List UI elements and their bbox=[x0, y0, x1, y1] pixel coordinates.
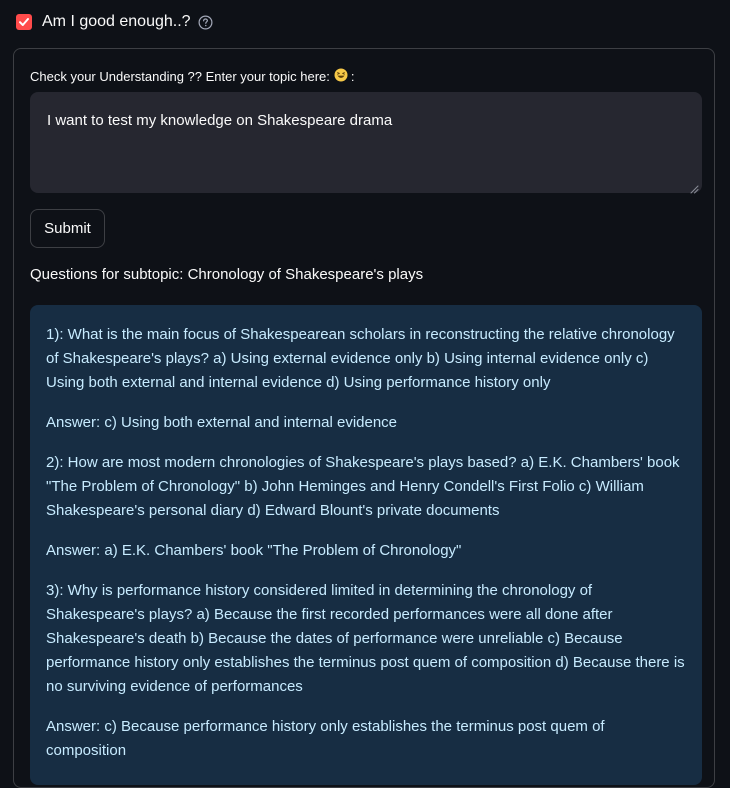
resize-grip-icon[interactable] bbox=[690, 181, 699, 199]
subtopic-heading: Questions for subtopic: Chronology of Sh… bbox=[30, 266, 424, 283]
question-circle-icon[interactable] bbox=[198, 15, 213, 30]
checkmark-icon bbox=[19, 18, 29, 26]
topic-input-label-text: Check your Understanding ?? Enter your t… bbox=[30, 69, 330, 84]
answer-item: Answer: c) Using both external and inter… bbox=[46, 414, 398, 431]
answer-item: Answer: c) Because performance history o… bbox=[46, 718, 605, 759]
checkbox-label[interactable]: Am I good enough..? bbox=[42, 13, 191, 31]
submit-button[interactable]: Submit bbox=[30, 209, 105, 248]
grinning-emoji-icon bbox=[334, 68, 348, 85]
topic-input-label-suffix: : bbox=[350, 69, 355, 84]
answer-item: Answer: a) E.K. Chambers' book "The Prob… bbox=[46, 542, 462, 559]
questions-info-box: 1): What is the main focus of Shakespear… bbox=[30, 305, 702, 785]
question-item: 1): What is the main focus of Shakespear… bbox=[46, 326, 675, 391]
question-item: 3): Why is performance history considere… bbox=[46, 582, 685, 695]
checkbox-row: Am I good enough..? bbox=[16, 10, 213, 34]
topic-input-label: Check your Understanding ?? Enter your t… bbox=[30, 68, 355, 85]
question-item: 2): How are most modern chronologies of … bbox=[46, 454, 680, 519]
topic-input[interactable]: I want to test my knowledge on Shakespea… bbox=[30, 92, 702, 193]
good-enough-checkbox[interactable] bbox=[16, 14, 32, 30]
